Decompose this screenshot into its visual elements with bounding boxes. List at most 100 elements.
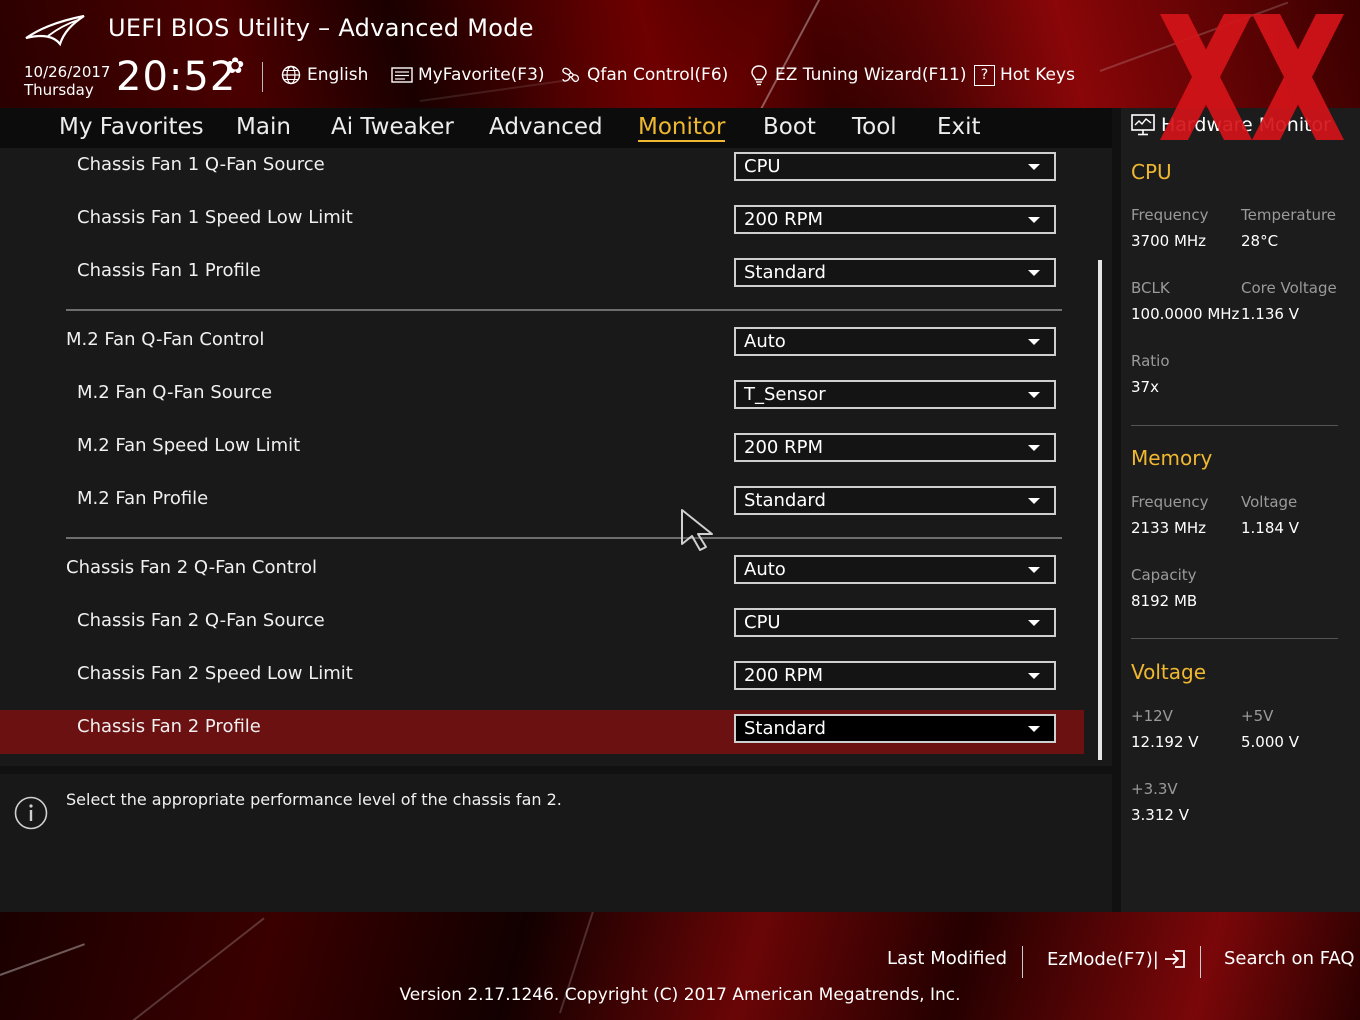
setting-dropdown[interactable]: Auto xyxy=(734,327,1056,356)
v5-label: +5V xyxy=(1241,707,1274,725)
tab-boot[interactable]: Boot xyxy=(763,108,816,146)
watermark-logo-icon xyxy=(1160,14,1344,140)
memory-frequency-label: Frequency xyxy=(1131,493,1209,511)
v12-label: +12V xyxy=(1131,707,1173,725)
dropdown-value: CPU xyxy=(744,612,781,633)
core-voltage-label: Core Voltage xyxy=(1241,279,1337,297)
caret-down-icon xyxy=(1028,725,1040,732)
cpu-frequency-value: 3700 MHz xyxy=(1131,232,1207,250)
settings-list: Chassis Fan 1 Q-Fan Source CPU Chassis F… xyxy=(0,148,1112,766)
ezmode-label: EzMode(F7)| xyxy=(1047,948,1159,970)
setting-row[interactable]: Chassis Fan 2 Q-Fan Source CPU xyxy=(0,604,1084,648)
ez-tuning-wizard-button[interactable]: EZ Tuning Wizard(F11) xyxy=(748,62,967,88)
setting-label: Chassis Fan 2 Profile xyxy=(77,716,261,737)
toolbar-divider xyxy=(262,62,263,92)
main-menu-bar: My Favorites Main Ai Tweaker Advanced Mo… xyxy=(0,108,1112,148)
setting-dropdown[interactable]: 200 RPM xyxy=(734,661,1056,690)
tab-monitor[interactable]: Monitor xyxy=(638,108,726,146)
setting-row[interactable]: Chassis Fan 2 Speed Low Limit 200 RPM xyxy=(0,657,1084,701)
myfavorite-button[interactable]: MyFavorite(F3) xyxy=(391,62,545,88)
caret-down-icon xyxy=(1028,672,1040,679)
setting-row[interactable]: M.2 Fan Q-Fan Source T_Sensor xyxy=(0,376,1084,420)
tab-ai-tweaker[interactable]: Ai Tweaker xyxy=(331,108,454,146)
setting-row[interactable]: Chassis Fan 1 Speed Low Limit 200 RPM xyxy=(0,201,1084,245)
setting-dropdown[interactable]: T_Sensor xyxy=(734,380,1056,409)
setting-label: Chassis Fan 2 Q-Fan Source xyxy=(77,610,325,631)
fan-icon xyxy=(560,64,582,86)
v5-value: 5.000 V xyxy=(1241,733,1299,751)
exit-arrow-icon xyxy=(1164,950,1185,968)
setting-label: Chassis Fan 1 Speed Low Limit xyxy=(77,207,353,228)
dropdown-value: 200 RPM xyxy=(744,437,823,458)
caret-down-icon xyxy=(1028,338,1040,345)
footer-divider xyxy=(1200,946,1201,978)
caret-down-icon xyxy=(1028,497,1040,504)
date-display: 10/26/2017 Thursday xyxy=(24,63,110,99)
settings-scrollbar[interactable] xyxy=(1098,260,1102,760)
dropdown-value: T_Sensor xyxy=(744,384,826,405)
mouse-pointer-icon xyxy=(681,509,713,551)
dropdown-value: CPU xyxy=(744,156,781,177)
tab-exit[interactable]: Exit xyxy=(937,108,981,146)
caret-down-icon xyxy=(1028,163,1040,170)
ratio-label: Ratio xyxy=(1131,352,1170,370)
language-label: English xyxy=(307,65,369,85)
search-faq-button[interactable]: Search on FAQ xyxy=(1224,948,1355,969)
memory-voltage-value: 1.184 V xyxy=(1241,519,1299,537)
setting-label: M.2 Fan Q-Fan Source xyxy=(77,382,273,403)
tab-tool[interactable]: Tool xyxy=(852,108,897,146)
footer-bar: Last Modified EzMode(F7)| Search on FAQ … xyxy=(0,912,1360,1020)
setting-dropdown[interactable]: CPU xyxy=(734,152,1056,181)
setting-row-selected[interactable]: Chassis Fan 2 Profile Standard xyxy=(0,710,1084,754)
cpu-frequency-label: Frequency xyxy=(1131,206,1209,224)
info-icon xyxy=(14,796,48,830)
setting-label: M.2 Fan Speed Low Limit xyxy=(77,435,301,456)
setting-row[interactable]: M.2 Fan Profile Standard xyxy=(0,482,1084,526)
tab-advanced[interactable]: Advanced xyxy=(489,108,603,146)
setting-dropdown[interactable]: Standard xyxy=(734,714,1056,743)
capacity-label: Capacity xyxy=(1131,566,1197,584)
setting-label: M.2 Fan Profile xyxy=(77,488,209,509)
qfan-control-button[interactable]: Qfan Control(F6) xyxy=(560,62,728,88)
capacity-value: 8192 MB xyxy=(1131,592,1198,610)
setting-row[interactable]: Chassis Fan 1 Profile Standard xyxy=(0,254,1084,298)
language-button[interactable]: English xyxy=(280,62,368,88)
date-text: 10/26/2017 xyxy=(24,63,111,81)
tab-main[interactable]: Main xyxy=(236,108,291,146)
setting-dropdown[interactable]: 200 RPM xyxy=(734,433,1056,462)
setting-row[interactable]: Chassis Fan 1 Q-Fan Source CPU xyxy=(0,148,1084,192)
globe-icon xyxy=(280,64,302,86)
clock-settings-gear-icon[interactable]: ✿ xyxy=(226,54,244,79)
caret-down-icon xyxy=(1028,269,1040,276)
caret-down-icon xyxy=(1028,566,1040,573)
caret-down-icon xyxy=(1028,444,1040,451)
setting-dropdown[interactable]: Standard xyxy=(734,258,1056,287)
bclk-value: 100.0000 MHz xyxy=(1131,305,1240,323)
dropdown-value: Standard xyxy=(744,262,826,283)
cpu-temperature-label: Temperature xyxy=(1241,206,1337,224)
setting-label: Chassis Fan 1 Profile xyxy=(77,260,261,281)
setting-dropdown[interactable]: Auto xyxy=(734,555,1056,584)
tab-my-favorites[interactable]: My Favorites xyxy=(59,108,204,146)
help-panel: Select the appropriate performance level… xyxy=(0,774,1112,912)
setting-dropdown[interactable]: 200 RPM xyxy=(734,205,1056,234)
ezmode-button[interactable]: EzMode(F7)| xyxy=(1047,948,1187,970)
help-icon: ? xyxy=(974,64,995,86)
setting-row[interactable]: Chassis Fan 2 Q-Fan Control Auto xyxy=(0,551,1084,595)
setting-dropdown[interactable]: CPU xyxy=(734,608,1056,637)
v33-value: 3.312 V xyxy=(1131,806,1189,824)
setting-row[interactable]: M.2 Fan Q-Fan Control Auto xyxy=(0,323,1084,367)
setting-row[interactable]: M.2 Fan Speed Low Limit 200 RPM xyxy=(0,429,1084,473)
ez-tuning-wizard-label: EZ Tuning Wizard(F11) xyxy=(775,65,967,85)
setting-label: Chassis Fan 2 Q-Fan Control xyxy=(66,557,317,578)
voltage-heading: Voltage xyxy=(1131,660,1207,684)
version-text: Version 2.17.1246. Copyright (C) 2017 Am… xyxy=(399,985,961,1005)
favorite-icon xyxy=(391,64,413,86)
app-title: UEFI BIOS Utility – Advanced Mode xyxy=(108,14,534,42)
last-modified-button[interactable]: Last Modified xyxy=(887,948,1007,969)
setting-label: M.2 Fan Q-Fan Control xyxy=(66,329,265,350)
setting-dropdown[interactable]: Standard xyxy=(734,486,1056,515)
memory-voltage-label: Voltage xyxy=(1241,493,1298,511)
hardware-monitor-panel: Hardware Monitor CPU Frequency Temperatu… xyxy=(1121,108,1360,912)
hot-keys-button[interactable]: ? Hot Keys xyxy=(974,62,1075,88)
